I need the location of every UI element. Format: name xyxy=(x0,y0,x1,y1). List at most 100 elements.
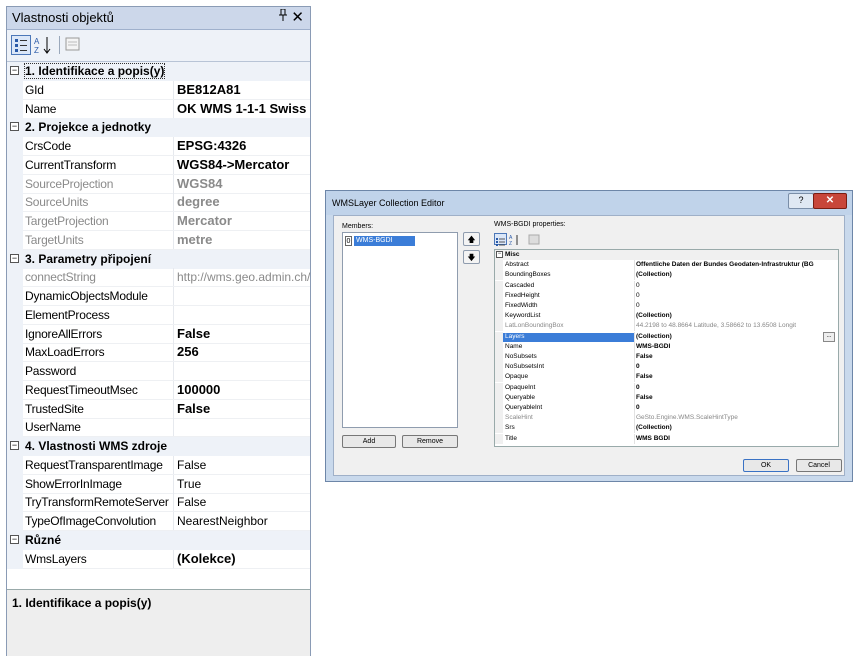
property-row[interactable]: CrsCode EPSG:4326 xyxy=(7,137,310,156)
dialog-property-row[interactable]: BoundingBoxes (Collection) xyxy=(495,270,838,281)
property-pages-icon[interactable] xyxy=(528,233,541,245)
property-value[interactable]: GeSto.Engine.WMS.ScaleHintType xyxy=(636,414,738,421)
collapse-icon[interactable]: − xyxy=(10,253,19,263)
members-list[interactable]: 0 WMS-BGDI xyxy=(342,232,458,428)
category-header[interactable]: −1. Identifikace a popis(y) xyxy=(7,62,310,81)
dialog-property-row[interactable]: QueryableInt 0 xyxy=(495,403,838,413)
property-value[interactable]: 0 xyxy=(636,282,640,289)
property-value[interactable]: False xyxy=(636,353,653,360)
property-row[interactable]: MaxLoadErrors 256 xyxy=(7,343,310,363)
dialog-property-row[interactable]: Cascaded 0 xyxy=(495,280,838,291)
dialog-property-row[interactable]: NoSubsets False xyxy=(495,352,838,362)
property-value[interactable]: Mercator xyxy=(177,213,232,228)
close-icon[interactable]: ✕ xyxy=(291,8,304,26)
property-value[interactable]: (Collection) xyxy=(636,333,672,340)
dialog-property-row[interactable]: Title WMS BGDI xyxy=(495,433,838,444)
property-value[interactable]: 0 xyxy=(636,404,640,411)
property-row[interactable]: Password xyxy=(7,362,310,381)
property-value[interactable]: (Collection) xyxy=(636,271,672,278)
property-value[interactable]: False xyxy=(177,495,206,509)
dialog-property-row[interactable]: Abstract Öffentliche Daten der Bundes Geo… xyxy=(495,260,838,271)
dialog-property-row[interactable]: Srs (Collection) xyxy=(495,423,838,434)
categorized-icon[interactable] xyxy=(11,35,31,55)
property-value[interactable]: metre xyxy=(177,232,212,247)
dialog-property-row[interactable]: Opaque False xyxy=(495,372,838,383)
property-value[interactable]: degree xyxy=(177,194,220,209)
property-value[interactable]: (Collection) xyxy=(636,424,672,431)
property-value[interactable]: http://wms.geo.admin.ch/ xyxy=(177,270,310,284)
collapse-icon[interactable]: − xyxy=(496,251,503,258)
property-value[interactable]: 0 xyxy=(636,292,640,299)
pin-icon[interactable] xyxy=(278,8,288,24)
property-row[interactable]: RequestTimeoutMsec 100000 xyxy=(7,380,310,400)
property-row[interactable]: TargetUnits metre xyxy=(7,230,310,250)
property-value[interactable]: 0 xyxy=(636,363,640,370)
property-value[interactable]: WGS84 xyxy=(177,176,223,191)
property-row[interactable]: SourceUnits degree xyxy=(7,193,310,213)
property-row[interactable]: TargetProjection Mercator xyxy=(7,212,310,231)
dialog-close-button[interactable]: ✕ xyxy=(813,193,847,209)
help-button[interactable]: ? xyxy=(788,193,814,209)
collapse-icon[interactable]: − xyxy=(10,66,19,75)
property-row[interactable]: Name OK WMS 1-1-1 Swiss xyxy=(7,99,310,119)
property-value[interactable]: 0 xyxy=(636,302,640,309)
property-value[interactable]: BE812A81 xyxy=(177,82,241,97)
alphabetical-icon[interactable]: AZ xyxy=(33,35,53,55)
add-button[interactable]: Add xyxy=(342,435,396,448)
property-row[interactable]: UserName xyxy=(7,418,310,438)
cancel-button[interactable]: Cancel xyxy=(796,459,842,472)
collapse-icon[interactable]: − xyxy=(10,441,19,450)
dialog-property-row[interactable]: Queryable False xyxy=(495,392,838,403)
property-value[interactable]: WGS84->Mercator xyxy=(177,157,289,172)
dialog-property-row[interactable]: FixedHeight 0 xyxy=(495,290,838,301)
move-down-button[interactable]: 🡇 xyxy=(463,250,480,264)
property-value[interactable]: WMS BGDI xyxy=(636,435,670,442)
property-row[interactable]: ElementProcess xyxy=(7,305,310,325)
property-row[interactable]: GId BE812A81 xyxy=(7,80,310,100)
property-row[interactable]: ShowErrorInImage True xyxy=(7,474,310,494)
alphabetical-icon[interactable]: AZ xyxy=(509,233,522,247)
property-value[interactable]: False xyxy=(636,373,653,380)
property-value[interactable]: WMS-BGDI xyxy=(636,343,670,350)
dialog-property-row[interactable]: ScaleHint GeSto.Engine.WMS.ScaleHintType xyxy=(495,413,838,424)
property-row[interactable]: TrustedSite False xyxy=(7,399,310,419)
property-value[interactable]: True xyxy=(177,477,201,491)
list-item[interactable]: 0 WMS-BGDI xyxy=(345,236,455,247)
collapse-icon[interactable]: − xyxy=(10,122,19,132)
category-header[interactable]: − Různé xyxy=(7,530,310,550)
dialog-property-row[interactable]: KeywordList (Collection) xyxy=(495,311,838,322)
property-value[interactable]: EPSG:4326 xyxy=(177,138,246,153)
property-value[interactable]: 100000 xyxy=(177,382,220,397)
dialog-property-row[interactable]: LatLonBoundingBox 44.2198 to 48.8664 Lati… xyxy=(495,321,838,332)
property-value[interactable]: 44.2198 to 48.8664 Latitude, 3.58662 to … xyxy=(636,322,796,329)
property-row[interactable]: TryTransformRemoteServer False xyxy=(7,493,310,513)
property-value[interactable]: (Collection) xyxy=(636,312,672,319)
category-header[interactable]: −2. Projekce a jednotky xyxy=(7,118,310,138)
property-value[interactable]: 256 xyxy=(177,344,199,359)
remove-button[interactable]: Remove xyxy=(402,435,458,448)
property-value[interactable]: (Kolekce) xyxy=(177,551,236,566)
property-row[interactable]: SourceProjection WGS84 xyxy=(7,174,310,194)
property-row[interactable]: CurrentTransform WGS84->Mercator xyxy=(7,155,310,175)
property-row[interactable]: WmsLayers (Kolekce) xyxy=(7,549,310,569)
property-value[interactable]: False xyxy=(177,326,210,341)
property-value[interactable]: False xyxy=(177,458,206,472)
dialog-property-row[interactable]: Layers (Collection)... xyxy=(495,331,838,342)
ellipsis-button[interactable]: ... xyxy=(823,331,835,342)
property-row[interactable]: connectString http://wms.geo.admin.ch/ xyxy=(7,268,310,288)
property-value[interactable]: 0 xyxy=(636,384,640,391)
property-value[interactable]: OK WMS 1-1-1 Swiss xyxy=(177,101,306,116)
collapse-icon[interactable]: − xyxy=(10,534,19,544)
property-row[interactable]: TypeOfImageConvolution NearestNeighbor xyxy=(7,512,310,531)
property-pages-icon[interactable] xyxy=(64,35,84,55)
dialog-property-row[interactable]: FixedWidth 0 xyxy=(495,301,838,311)
category-misc[interactable]: − Misc xyxy=(495,250,838,260)
dialog-property-row[interactable]: OpaqueInt 0 xyxy=(495,382,838,393)
property-value[interactable]: NearestNeighbor xyxy=(177,514,268,528)
categorized-icon[interactable] xyxy=(494,233,507,246)
category-header[interactable]: −4. Vlastnosti WMS zdroje xyxy=(7,437,310,456)
property-row[interactable]: RequestTransparentImage False xyxy=(7,455,310,475)
property-row[interactable]: IgnoreAllErrors False xyxy=(7,324,310,344)
property-value[interactable]: False xyxy=(177,401,210,416)
move-up-button[interactable]: 🡅 xyxy=(463,232,480,246)
